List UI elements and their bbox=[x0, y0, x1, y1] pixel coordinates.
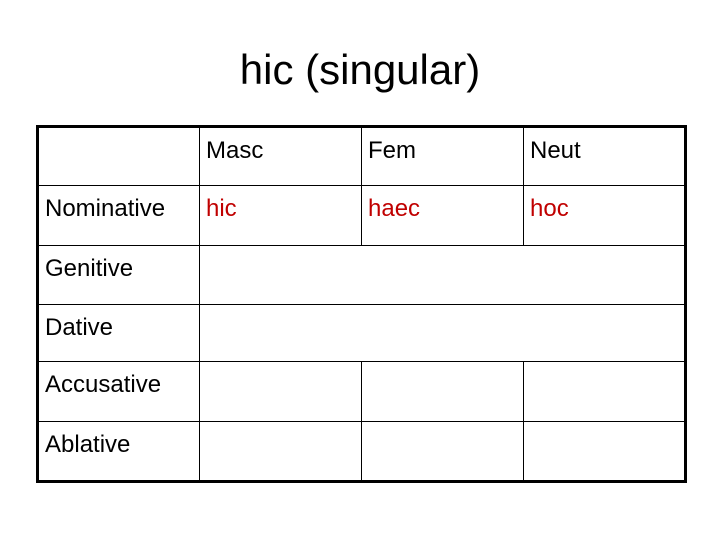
form-nominative-fem: haec bbox=[368, 195, 421, 222]
row-label-cell: Ablative bbox=[37, 421, 200, 482]
form-accusative-masc bbox=[206, 362, 361, 371]
row-label-cell: Genitive bbox=[37, 245, 200, 305]
form-accusative-neut bbox=[530, 362, 684, 371]
row-label-cell: Dative bbox=[37, 304, 200, 362]
form-cell-genitive-merged bbox=[199, 245, 686, 305]
form-accusative-fem bbox=[368, 362, 523, 371]
header-cell-masc: Masc bbox=[199, 126, 362, 186]
row-label-cell: Accusative bbox=[37, 361, 200, 422]
form-nominative-neut: hoc bbox=[530, 195, 569, 222]
table-row-ablative: Ablative bbox=[37, 421, 686, 482]
corner-cell bbox=[37, 126, 200, 186]
form-cell-accusative-masc bbox=[199, 361, 362, 422]
form-cell-accusative-neut bbox=[523, 361, 686, 422]
header-cell-fem: Fem bbox=[361, 126, 524, 186]
form-cell-ablative-masc bbox=[199, 421, 362, 482]
table-row-nominative: Nominative hic haec hoc bbox=[37, 185, 686, 246]
case-label-dative: Dative bbox=[45, 314, 114, 341]
form-cell-nominative-neut: hoc bbox=[523, 185, 686, 246]
case-label-accusative: Accusative bbox=[45, 371, 162, 398]
form-cell-dative-merged bbox=[199, 304, 686, 362]
form-genitive bbox=[206, 246, 684, 255]
table-row-accusative: Accusative bbox=[37, 361, 686, 422]
form-cell-ablative-fem bbox=[361, 421, 524, 482]
form-cell-ablative-neut bbox=[523, 421, 686, 482]
form-ablative-masc bbox=[206, 422, 361, 431]
column-header-masc: Masc bbox=[206, 137, 264, 164]
case-label-genitive: Genitive bbox=[45, 255, 134, 282]
case-label-nominative: Nominative bbox=[45, 195, 166, 222]
form-ablative-neut bbox=[530, 422, 684, 431]
form-nominative-masc: hic bbox=[206, 195, 237, 222]
table-row-dative: Dative bbox=[37, 304, 686, 362]
column-header-fem: Fem bbox=[368, 137, 416, 164]
form-cell-nominative-masc: hic bbox=[199, 185, 362, 246]
declension-table: Masc Fem Neut Nominative hic haec hoc Ge… bbox=[36, 125, 687, 483]
table-row-genitive: Genitive bbox=[37, 245, 686, 305]
form-dative bbox=[206, 305, 684, 314]
case-label-ablative: Ablative bbox=[45, 431, 131, 458]
header-row: Masc Fem Neut bbox=[37, 126, 686, 186]
slide-title: hic (singular) bbox=[239, 46, 481, 93]
form-cell-accusative-fem bbox=[361, 361, 524, 422]
header-cell-neut: Neut bbox=[523, 126, 686, 186]
column-header-neut: Neut bbox=[530, 137, 581, 164]
form-cell-nominative-fem: haec bbox=[361, 185, 524, 246]
form-ablative-fem bbox=[368, 422, 523, 431]
row-label-cell: Nominative bbox=[37, 185, 200, 246]
